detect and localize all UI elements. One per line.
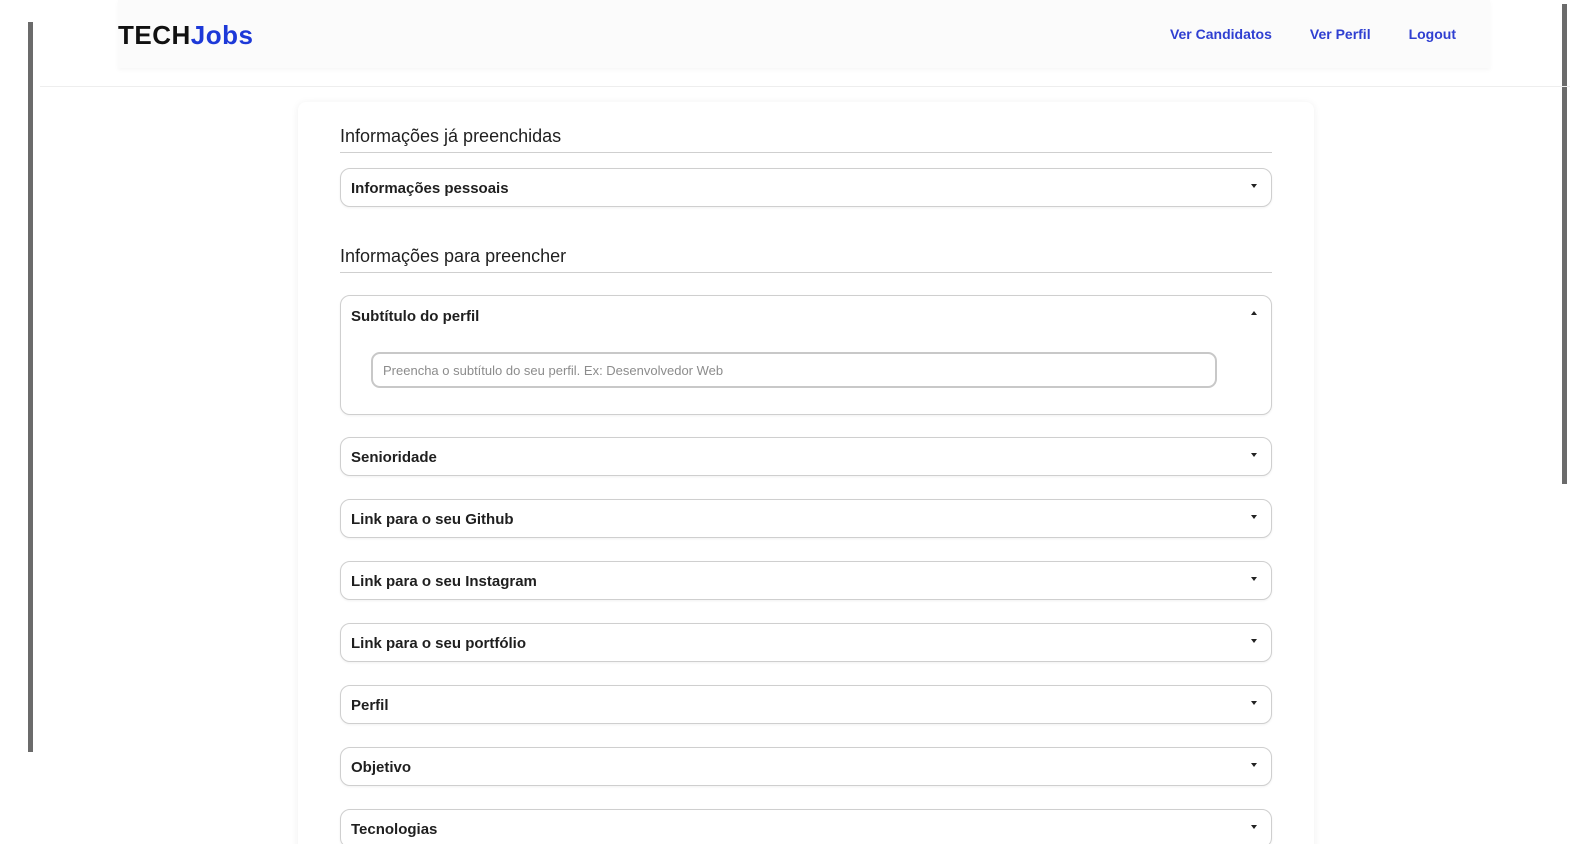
accordion-github[interactable]: Link para o seu Github <box>340 499 1272 538</box>
navbar: TECHJobs Ver Candidatos Ver Perfil Logou… <box>118 0 1490 68</box>
accordion-label: Link para o seu portfólio <box>351 635 527 652</box>
chevron-down-icon <box>1251 763 1257 767</box>
page-scrollbar[interactable] <box>1562 4 1567 484</box>
accordion-senioridade[interactable]: Senioridade <box>340 437 1272 476</box>
accordion-label: Link para o seu Instagram <box>351 573 537 590</box>
accordion-portfolio[interactable]: Link para o seu portfólio <box>340 623 1272 662</box>
logo-tech-text: TECH <box>118 20 191 50</box>
section-title-filled: Informações já preenchidas <box>340 126 1272 153</box>
profile-form-content: Informações já preenchidas Informações p… <box>340 126 1272 844</box>
nav-ver-candidatos[interactable]: Ver Candidatos <box>1170 26 1272 42</box>
accordion-objetivo[interactable]: Objetivo <box>340 747 1272 786</box>
subtitle-input[interactable] <box>371 352 1217 388</box>
chevron-down-icon <box>1251 184 1257 188</box>
chevron-down-icon <box>1251 515 1257 519</box>
left-scroll-edge <box>28 22 33 752</box>
accordion-subtitulo-perfil[interactable]: Subtítulo do perfil <box>340 295 1272 415</box>
accordion-label: Informações pessoais <box>351 180 509 197</box>
chevron-down-icon <box>1251 577 1257 581</box>
logo-jobs-text: Jobs <box>190 20 254 50</box>
accordion-informacoes-pessoais[interactable]: Informações pessoais <box>340 168 1272 207</box>
header-divider <box>40 86 1570 87</box>
accordion-label: Objetivo <box>351 759 412 776</box>
chevron-down-icon <box>1251 825 1257 829</box>
accordion-label: Subtítulo do perfil <box>351 308 480 325</box>
nav-ver-perfil[interactable]: Ver Perfil <box>1310 26 1371 42</box>
chevron-down-icon <box>1251 453 1257 457</box>
chevron-down-icon <box>1251 701 1257 705</box>
nav-links: Ver Candidatos Ver Perfil Logout <box>1170 26 1456 42</box>
accordion-tecnologias[interactable]: Tecnologias <box>340 809 1272 844</box>
section-title-to-fill: Informações para preencher <box>340 246 1272 273</box>
chevron-up-icon <box>1251 311 1257 315</box>
chevron-down-icon <box>1251 639 1257 643</box>
accordion-label: Senioridade <box>351 449 437 466</box>
nav-logout[interactable]: Logout <box>1409 26 1456 42</box>
accordion-label: Tecnologias <box>351 821 438 838</box>
profile-form-card: Informações já preenchidas Informações p… <box>298 102 1314 844</box>
accordion-perfil[interactable]: Perfil <box>340 685 1272 724</box>
accordion-label: Link para o seu Github <box>351 511 514 528</box>
techjobs-logo[interactable]: TECHJobs <box>118 20 253 51</box>
accordion-label: Perfil <box>351 697 389 714</box>
accordion-instagram[interactable]: Link para o seu Instagram <box>340 561 1272 600</box>
